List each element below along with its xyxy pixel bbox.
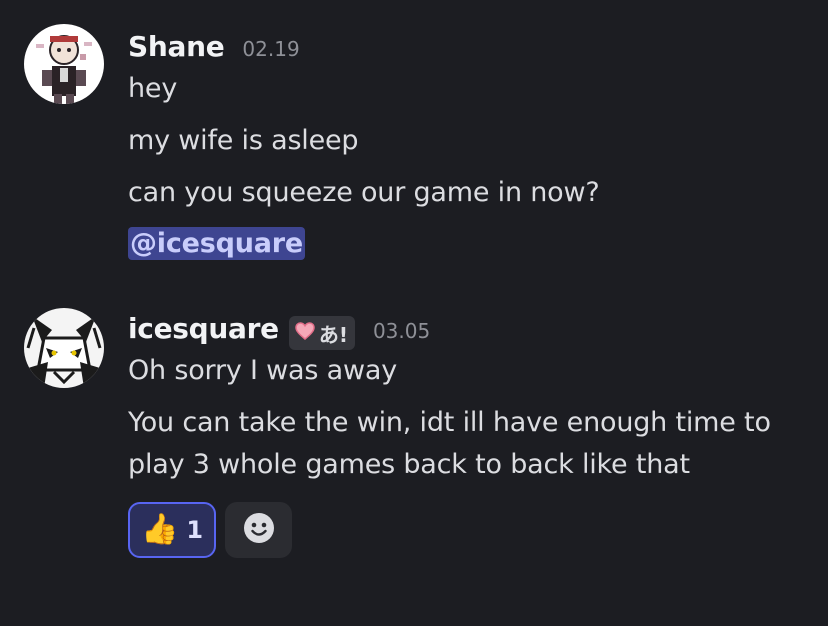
message-text: You can take the win, idt ill have enoug… [128,407,771,438]
avatar[interactable] [24,24,104,104]
username[interactable]: icesquare [128,312,279,345]
message-text: can you squeeze our game in now? [128,177,600,208]
message-group-shane: Shane 02.19 hey my wife is asleep can yo… [0,0,828,280]
message-group-icesquare: icesquare あ! 03.05 Oh sorry I was away Y… [0,280,828,580]
message-text: play 3 whole games back to back like tha… [128,449,690,480]
smiley-face-icon [242,511,276,549]
message-text: my wife is asleep [128,125,359,156]
username[interactable]: Shane [128,30,225,63]
message-header: icesquare あ! 03.05 [128,312,430,350]
reaction-thumbs-up[interactable]: 👍 1 [128,502,216,558]
avatar-image [24,308,104,388]
heart-icon [295,321,315,345]
reaction-count: 1 [186,516,204,544]
user-mention[interactable]: @icesquare [128,227,306,260]
add-reaction-button[interactable] [225,502,292,558]
thumbs-up-icon: 👍 [140,512,179,547]
avatar[interactable] [24,308,104,388]
timestamp[interactable]: 02.19 [242,37,299,61]
timestamp[interactable]: 03.05 [373,319,430,343]
avatar-image [24,24,104,104]
user-tag[interactable]: あ! [288,316,355,350]
chat-view: Shane 02.19 hey my wife is asleep can yo… [0,0,828,626]
message-text: Oh sorry I was away [128,355,397,386]
tag-text: あ! [318,322,348,347]
message-text: hey [128,73,178,104]
message-header: Shane 02.19 [128,30,300,63]
